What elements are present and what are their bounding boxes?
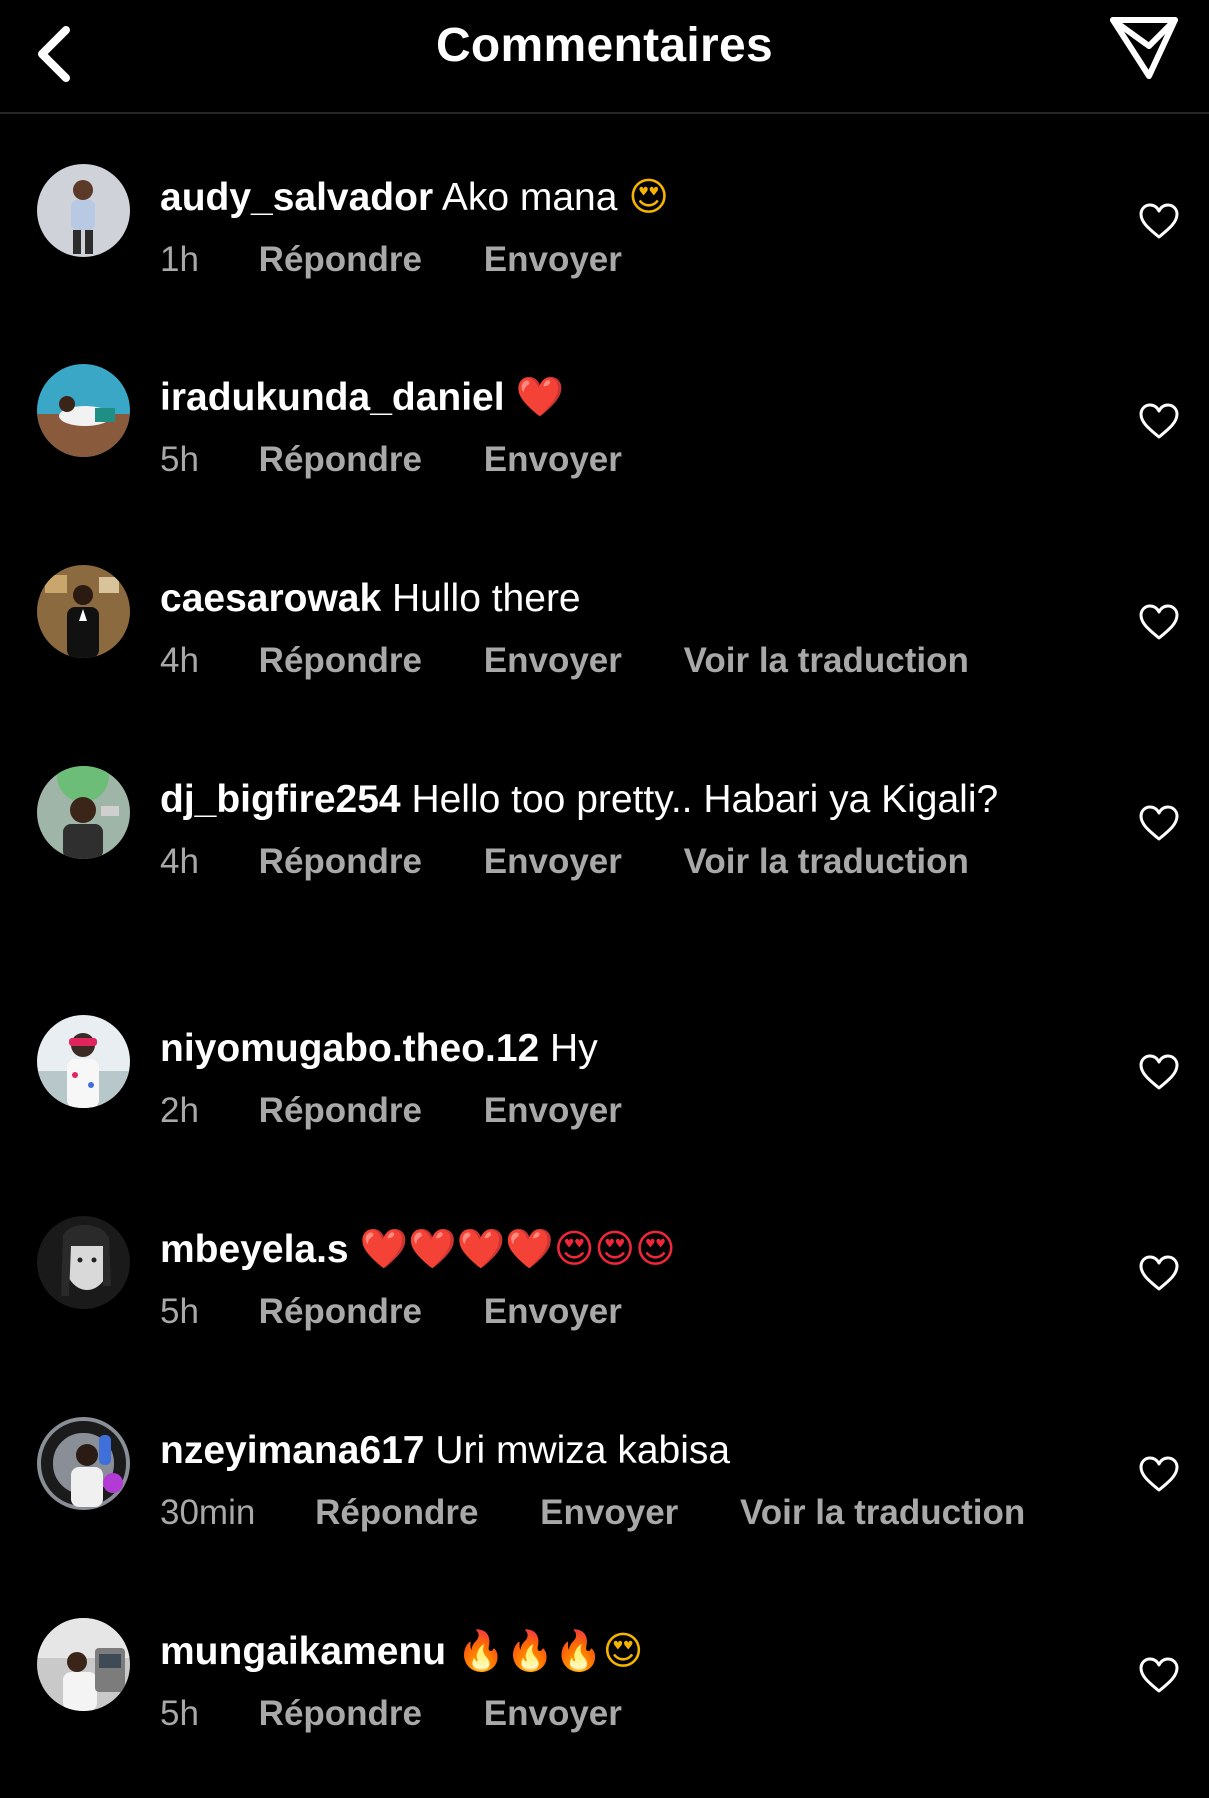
comment-text: Hello too pretty.. Habari ya Kigali? — [411, 778, 999, 821]
comment-body: caesarowak Hullo there 4h Répondre Envoy… — [160, 575, 1060, 683]
heart-outline-icon — [1139, 1657, 1179, 1693]
like-button[interactable] — [1138, 1656, 1180, 1694]
reply-button[interactable]: Répondre — [259, 639, 422, 683]
like-button[interactable] — [1138, 1455, 1180, 1493]
send-button[interactable]: Envoyer — [540, 1491, 678, 1535]
send-button[interactable]: Envoyer — [484, 238, 622, 282]
comment-body: nzeyimana617 Uri mwiza kabisa 30min Répo… — [160, 1427, 1060, 1535]
translate-button[interactable]: Voir la traduction — [684, 639, 969, 683]
comment-username[interactable]: audy_salvador — [160, 176, 433, 219]
comment-body: iradukunda_daniel ❤️ 5h Répondre Envoyer — [160, 374, 1060, 482]
avatar[interactable] — [37, 1015, 130, 1108]
reply-button[interactable]: Répondre — [259, 1692, 422, 1736]
reply-button[interactable]: Répondre — [315, 1491, 478, 1535]
avatar[interactable] — [37, 766, 130, 859]
comment-text: Hullo there — [392, 577, 581, 620]
send-button[interactable]: Envoyer — [484, 1089, 622, 1133]
comment-username[interactable]: mungaikamenu — [160, 1630, 446, 1673]
heart-outline-icon — [1139, 1456, 1179, 1492]
reply-button[interactable]: Répondre — [259, 1290, 422, 1334]
paper-plane-icon — [1110, 17, 1178, 79]
comment-meta: 4h Répondre Envoyer Voir la traduction — [160, 840, 1060, 884]
send-button[interactable]: Envoyer — [484, 438, 622, 482]
comment-meta: 4h Répondre Envoyer Voir la traduction — [160, 639, 1060, 683]
comment-time: 30min — [160, 1493, 256, 1532]
send-button[interactable]: Envoyer — [484, 639, 622, 683]
heart-outline-icon — [1139, 203, 1179, 239]
comment-meta: 2h Répondre Envoyer — [160, 1089, 1060, 1133]
comment-time: 1h — [160, 240, 199, 279]
comment-time: 5h — [160, 1292, 199, 1331]
comment-username[interactable]: caesarowak — [160, 577, 381, 620]
heart-outline-icon — [1139, 604, 1179, 640]
reply-button[interactable]: Répondre — [259, 840, 422, 884]
like-button[interactable] — [1138, 402, 1180, 440]
comment-body: mungaikamenu 🔥🔥🔥😍 5h Répondre Envoyer — [160, 1628, 1060, 1736]
send-button[interactable]: Envoyer — [484, 1692, 622, 1736]
like-button[interactable] — [1138, 1053, 1180, 1091]
comment-emoji: ❤️ — [515, 375, 564, 420]
comment-meta: 5h Répondre Envoyer — [160, 1290, 1060, 1334]
comment-username[interactable]: iradukunda_daniel — [160, 376, 505, 419]
avatar[interactable] — [37, 164, 130, 257]
comment-time: 4h — [160, 842, 199, 881]
comment-body: niyomugabo.theo.12 Hy 2h Répondre Envoye… — [160, 1025, 1060, 1133]
comment-body: mbeyela.s ❤️❤️❤️❤️😍😍😍 5h Répondre Envoye… — [160, 1226, 1060, 1334]
comment-username[interactable]: niyomugabo.theo.12 — [160, 1027, 539, 1070]
avatar[interactable] — [37, 1216, 130, 1309]
comment-time: 5h — [160, 1694, 199, 1733]
comment-meta: 30min Répondre Envoyer Voir la traductio… — [160, 1491, 1060, 1535]
comment-emoji: ❤️❤️❤️❤️😍😍😍 — [359, 1227, 676, 1272]
heart-outline-icon — [1139, 1054, 1179, 1090]
reply-button[interactable]: Répondre — [259, 438, 422, 482]
comment-body: audy_salvador Ako mana 😍 1h Répondre Env… — [160, 174, 1060, 282]
avatar[interactable] — [37, 565, 130, 658]
comment-time: 4h — [160, 641, 199, 680]
comment-meta: 5h Répondre Envoyer — [160, 1692, 1060, 1736]
avatar[interactable] — [37, 1618, 130, 1711]
like-button[interactable] — [1138, 1254, 1180, 1292]
like-button[interactable] — [1138, 603, 1180, 641]
translate-button[interactable]: Voir la traduction — [684, 840, 969, 884]
comment-emoji: 🔥🔥🔥😍 — [456, 1629, 644, 1674]
translate-button[interactable]: Voir la traduction — [740, 1491, 1025, 1535]
avatar[interactable] — [37, 364, 130, 457]
page-title: Commentaires — [435, 19, 774, 72]
send-button[interactable]: Envoyer — [484, 840, 622, 884]
like-button[interactable] — [1138, 804, 1180, 842]
reply-button[interactable]: Répondre — [259, 1089, 422, 1133]
send-button[interactable]: Envoyer — [484, 1290, 622, 1334]
heart-outline-icon — [1139, 403, 1179, 439]
reply-button[interactable]: Répondre — [259, 238, 422, 282]
comment-emoji: 😍 — [628, 175, 669, 220]
comment-meta: 1h Répondre Envoyer — [160, 238, 1060, 282]
comment-username[interactable]: dj_bigfire254 — [160, 778, 401, 821]
comment-username[interactable]: mbeyela.s — [160, 1228, 349, 1271]
comment-meta: 5h Répondre Envoyer — [160, 438, 1060, 482]
comment-time: 2h — [160, 1091, 199, 1130]
like-button[interactable] — [1138, 202, 1180, 240]
avatar[interactable] — [37, 1417, 130, 1510]
comment-text: Uri mwiza kabisa — [435, 1429, 731, 1472]
header-bar: Commentaires — [0, 0, 1209, 114]
comment-username[interactable]: nzeyimana617 — [160, 1429, 425, 1472]
heart-outline-icon — [1139, 805, 1179, 841]
share-button[interactable] — [1105, 10, 1181, 80]
comment-body: dj_bigfire254 Hello too pretty.. Habari … — [160, 776, 1060, 884]
comment-text: Hy — [550, 1027, 598, 1070]
comment-text: Ako mana — [441, 176, 618, 219]
heart-outline-icon — [1139, 1255, 1179, 1291]
comment-time: 5h — [160, 440, 199, 479]
